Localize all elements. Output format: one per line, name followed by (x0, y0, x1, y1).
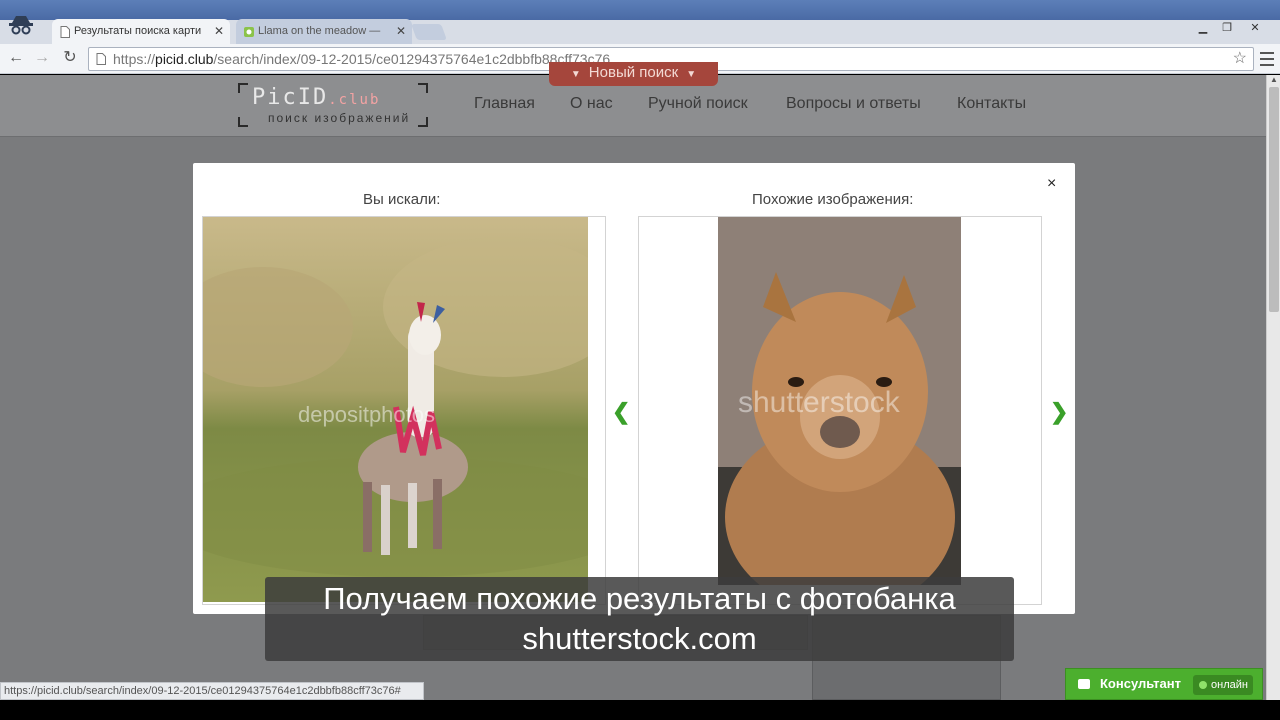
minimize-icon[interactable]: ▁ (1192, 20, 1214, 36)
nav-manual-search[interactable]: Ручной поиск (648, 95, 748, 113)
title-bar (0, 0, 1280, 20)
logo-tagline: поиск изображений (268, 111, 411, 125)
tab-llama[interactable]: Llama on the meadow — ✕ (236, 19, 412, 44)
new-tab-button[interactable] (411, 24, 447, 40)
similar-label: Похожие изображения: (752, 191, 914, 208)
watermark-shutterstock: shutterstock (738, 386, 901, 419)
back-icon[interactable]: ← (6, 48, 26, 68)
subtitle-overlay: Получаем похожие результаты с фотобанка … (265, 577, 1014, 661)
nav-faq[interactable]: Вопросы и ответы (786, 95, 921, 113)
status-bar-url: https://picid.club/search/index/09-12-20… (0, 682, 424, 700)
online-status-badge: онлайн (1193, 675, 1253, 695)
bookmark-star-icon[interactable]: ☆ (1233, 48, 1247, 70)
incognito-icon (9, 16, 33, 35)
page-icon (96, 53, 106, 65)
similar-image-frame: shutterstock (638, 216, 1042, 605)
new-search-button[interactable]: ▼ Новый поиск ▼ (549, 62, 718, 86)
watermark-depositphotos: depositphotos (298, 402, 435, 427)
close-tab-icon[interactable]: ✕ (214, 19, 224, 44)
chat-bubble-icon (1078, 679, 1090, 689)
next-arrow-icon[interactable]: ❯ (1050, 399, 1068, 425)
prev-arrow-icon[interactable]: ❮ (612, 399, 630, 425)
comparison-modal: × Вы искали: Похожие изображения: deposi (163, 163, 1075, 614)
browser-menu-icon[interactable] (1258, 48, 1276, 68)
llama-photo: depositphotos (163, 217, 643, 602)
logo-wordmark: PicID.club (252, 85, 381, 110)
online-dot-icon (1199, 681, 1207, 689)
close-tab-icon[interactable]: ✕ (396, 19, 406, 44)
chat-label: Консультант (1100, 676, 1181, 691)
close-icon[interactable]: × (1047, 175, 1056, 193)
page-icon (60, 26, 70, 38)
nav-contacts[interactable]: Контакты (957, 95, 1026, 113)
new-search-label: Новый поиск (588, 64, 679, 81)
scrollbar-thumb[interactable] (1269, 87, 1279, 312)
site-logo[interactable]: PicID.club поиск изображений (238, 83, 428, 127)
nav-about[interactable]: О нас (570, 95, 613, 113)
restore-icon[interactable]: ❐ (1216, 20, 1238, 36)
tab-label: Результаты поиска карти (74, 25, 202, 37)
url-scheme: https:// (113, 51, 156, 67)
chevron-down-icon: ▼ (570, 69, 581, 80)
window-close-icon[interactable]: ✕ (1244, 20, 1266, 36)
subtitle-line-2: shutterstock.com (522, 621, 757, 656)
nav-home[interactable]: Главная (474, 95, 535, 113)
forward-icon[interactable]: → (32, 48, 52, 68)
video-letterbox (0, 700, 1280, 720)
reload-icon[interactable]: ↻ (60, 48, 80, 68)
chevron-down-icon: ▼ (686, 69, 697, 80)
searched-label: Вы искали: (363, 191, 441, 208)
tab-label: Llama on the meadow — (258, 25, 381, 37)
scroll-up-icon[interactable]: ▲ (1267, 75, 1280, 87)
tab-search-results[interactable]: Результаты поиска карти ✕ (52, 19, 230, 44)
chat-consultant-button[interactable]: Консультант онлайн (1065, 668, 1263, 700)
page-scrollbar[interactable]: ▲ (1266, 75, 1280, 700)
searched-image-frame: depositphotos (163, 216, 643, 605)
subtitle-line-1: Получаем похожие результаты с фотобанка (323, 581, 956, 616)
alpaca-photo: shutterstock (718, 217, 961, 585)
url-domain: picid.club (155, 51, 214, 67)
site-favicon-icon (244, 27, 254, 37)
